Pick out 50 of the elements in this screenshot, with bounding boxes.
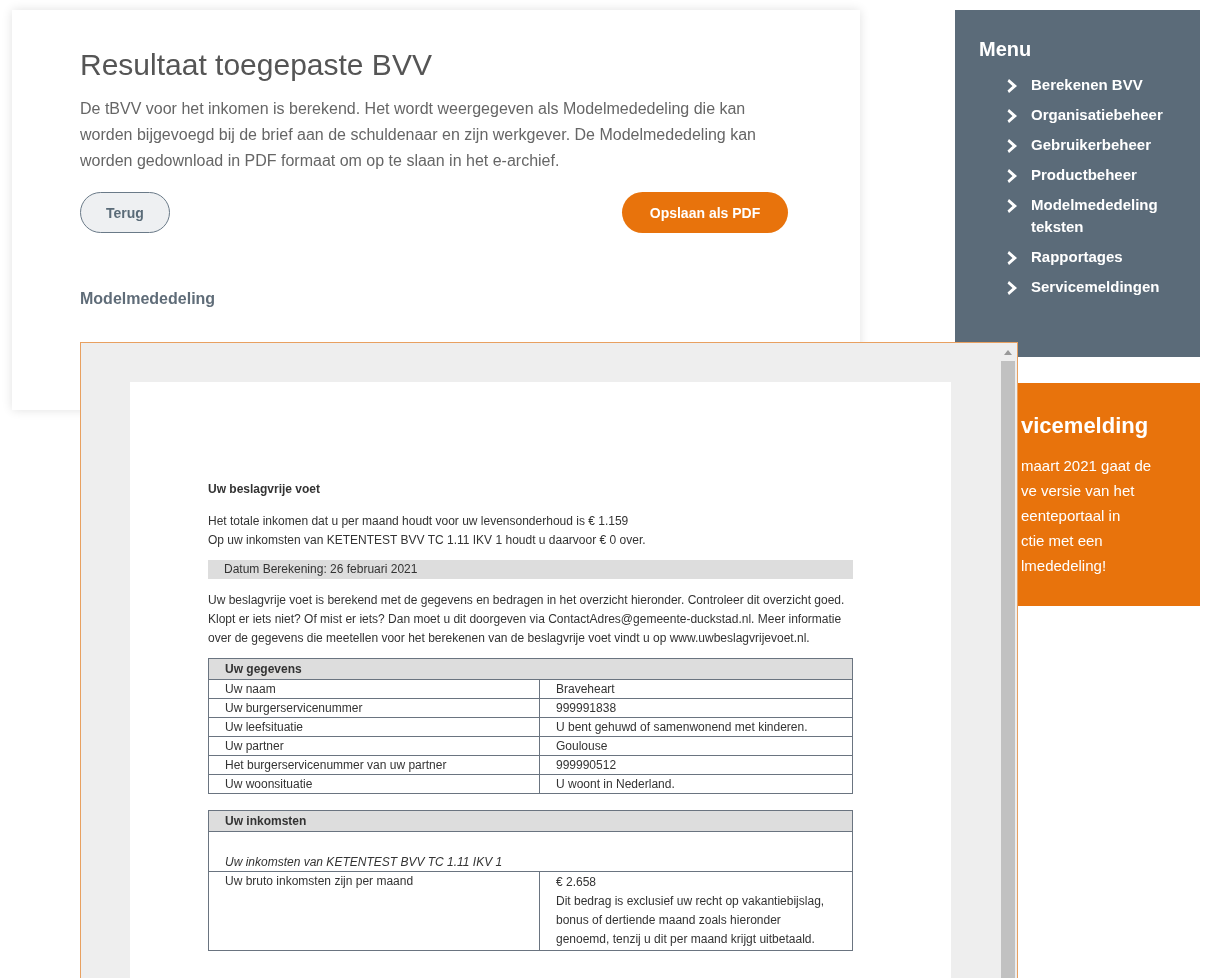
note-text: Dit bedrag is exclusief uw recht op vakantiebijslag, bonus of dertiende maand zoals hieronder genoemd, tenzij u dit per maand krijgt uitbetaald. [556,893,826,948]
table-header: Uw gegevens [208,658,853,680]
explanation-text: Uw beslagvrije voet is berekend met de gegevens en bedragen in het overzicht hieronder. Controleer dit overzicht goed. Klopt er iets niet? Of mist er iets? Dan moet u dit doorgeven via ContactAdres@gemeente-duckstad.nl. Meer informatie over de gegevens die meetellen voor het berekenen van de beslagvrije voet vindt u op www.uwbeslagvrijevoet.nl. [208,592,846,647]
chevron-right-icon [1007,78,1019,94]
calculation-date: Datum Berekening: 26 februari 2021 [208,560,853,579]
notice-title: vicemelding [1021,413,1150,439]
notice-text: eenteportaal in [1021,506,1122,526]
table-cell: U bent gehuwd of samenwonend met kinderen. [539,717,853,737]
table-cell: Braveheart [539,679,853,699]
menu-title: Menu [978,38,1033,61]
section-label: Modelmededeling [80,290,217,308]
notice-text: maart 2021 gaat de [1021,456,1153,476]
notice-text: lmededeling! [1021,556,1108,576]
table-cell: Uw bruto inkomsten zijn per maand [208,871,540,951]
document-heading: Uw beslagvrije voet [208,482,322,496]
menu-link[interactable]: Servicemeldingen [1031,276,1160,298]
chevron-right-icon [1007,138,1019,154]
table-cell: 999991838 [539,698,853,718]
chevron-right-icon [1007,280,1019,296]
table-cell: Uw leefsituatie [208,717,540,737]
table-cell: Uw burgerservicenummer [208,698,540,718]
table-cell: 999990512 [539,755,853,775]
menu-link[interactable]: Berekenen BVV [1031,74,1143,96]
save-pdf-button[interactable]: Opslaan als PDF [622,192,788,233]
back-button[interactable]: Terug [80,192,170,233]
table-cell: U woont in Nederland. [539,774,853,794]
summary-text: Het totale inkomen dat u per maand houdt voor uw levensonderhoud is € 1.159 [208,513,630,530]
notice-text: ve versie van het [1021,481,1136,501]
chevron-right-icon [1007,198,1019,214]
scroll-up-icon[interactable] [1003,349,1013,355]
menu-link[interactable]: Rapportages [1031,246,1123,268]
page-title: Resultaat toegepaste BVV [80,48,433,82]
menu-link[interactable]: Gebruikerbeheer [1031,134,1152,156]
chevron-right-icon [1007,250,1019,266]
table-cell: Uw naam [208,679,540,699]
table-cell: Het burgerservicenummer van uw partner [208,755,540,775]
chevron-right-icon [1007,168,1019,184]
amount-text: € 2.658 [556,874,598,891]
table-header: Uw inkomsten [208,810,853,832]
intro-text: De tBVV voor het inkomen is berekend. Het wordt weergegeven als Modelmededeling die kan worden bijgevoegd bij de brief aan de schuldenaar en zijn werkgever. De Modelmededeling kan worden gedownload in PDF formaat om op te slaan in het e-archief. [80,99,757,171]
chevron-right-icon [1007,108,1019,124]
summary-text: Op uw inkomsten van KETENTEST BVV TC 1.11 IKV 1 houdt u daarvoor € 0 over. [208,532,647,549]
table-cell: Uw partner [208,736,540,756]
menu-link[interactable]: Modelmededeling teksten [1031,194,1200,238]
table-cell: Goulouse [539,736,853,756]
notice-text: ctie met een [1021,531,1104,551]
menu-link[interactable]: Productbeheer [1031,164,1137,186]
table-cell: Uw woonsituatie [208,774,540,794]
menu-link[interactable]: Organisatiebeheer [1031,104,1163,126]
table-cell: Uw inkomsten van KETENTEST BVV TC 1.11 IKV 1 [208,831,853,872]
